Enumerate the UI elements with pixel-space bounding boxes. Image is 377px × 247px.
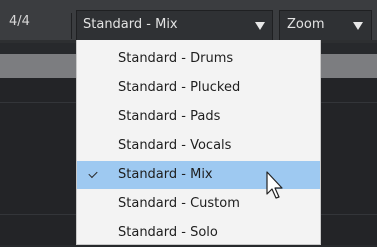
menu-item-standard-drums[interactable]: Standard - Drums (77, 45, 320, 73)
mouse-cursor-icon (266, 171, 283, 199)
menu-item-standard-plucked[interactable]: Standard - Plucked (77, 74, 320, 102)
chevron-down-icon (353, 22, 363, 30)
menu-item-label: Standard - Drums (118, 51, 234, 66)
preset-menu: Standard - Drums Standard - Plucked Stan… (76, 40, 321, 245)
zoom-dropdown[interactable]: Zoom (279, 10, 372, 40)
menu-item-label: Standard - Solo (118, 225, 218, 240)
menu-item-label: Standard - Vocals (118, 138, 232, 153)
menu-item-standard-vocals[interactable]: Standard - Vocals (77, 132, 320, 160)
menu-item-label: Standard - Plucked (118, 80, 241, 95)
preset-dropdown[interactable]: Standard - Mix (76, 10, 273, 40)
preset-value: Standard - Mix (83, 17, 178, 32)
menu-item-label: Standard - Mix (118, 167, 213, 182)
menu-item-label: Standard - Custom (118, 196, 240, 211)
time-signature[interactable]: 4/4 (9, 13, 72, 39)
zoom-value: Zoom (287, 17, 325, 32)
time-signature-label: 4/4 (9, 14, 30, 29)
menu-item-label: Standard - Pads (118, 109, 221, 124)
menu-item-standard-pads[interactable]: Standard - Pads (77, 103, 320, 131)
chevron-down-icon (255, 22, 265, 30)
checkmark-icon (88, 168, 98, 179)
menu-item-standard-solo[interactable]: Standard - Solo (77, 219, 320, 247)
toolbar: 4/4 Standard - Mix Zoom (0, 0, 377, 40)
